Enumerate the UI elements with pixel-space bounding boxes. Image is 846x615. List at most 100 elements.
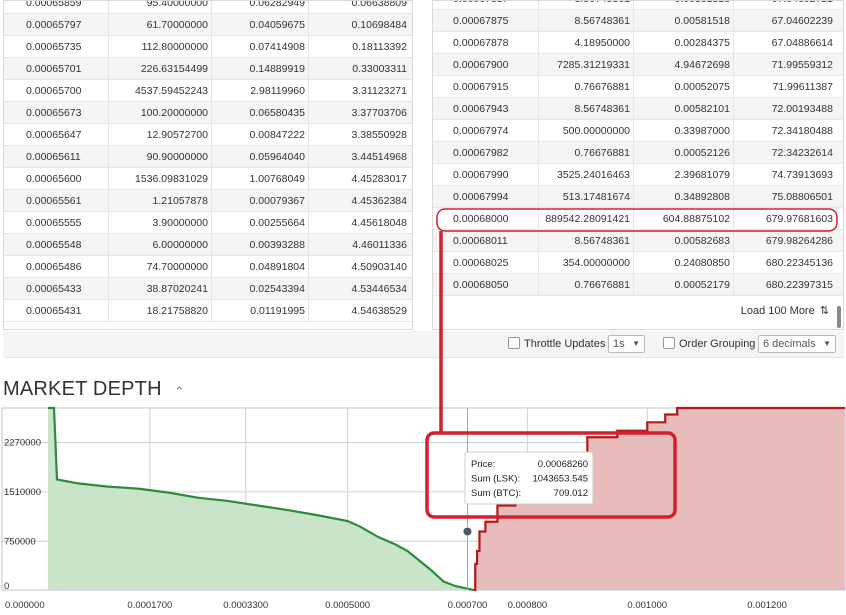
ask-row[interactable]: 0.000678578.567483610.0058151867.0460272… [433,1,843,10]
total-btc-cell: 0.00581518 [634,1,734,10]
total-btc-cell: 0.24080850 [634,252,734,274]
sum-btc-cell: 71.99611387 [772,81,833,93]
ask-row[interactable]: 0.00067900 7285.31219331 4.94672698 71.9955… [433,54,843,76]
price-cell: 0.00065700 [4,80,109,102]
bid-row[interactable]: 0.00065700 4537.59452243 2.98119960 3.31123… [4,80,412,102]
throttle-select[interactable]: 1s ▼ [608,335,645,353]
hover-tooltip: Price: 0.00068260 Sum (LSK): 1043653.545 Sum… [464,451,594,505]
total-btc-cell: 2.98119960 [212,80,309,102]
sum-btc-cell: 4.45362384 [351,195,407,207]
price-cell: 0.00065797 [4,14,109,36]
throttle-checkbox[interactable] [508,337,520,349]
throttle-updates-toggle[interactable]: Throttle Updates [508,337,605,351]
triangle-down-icon: ▼ [823,339,831,348]
ask-row[interactable]: 0.00067994 513.17481674 0.34892808 75.08806… [433,186,843,208]
ask-row[interactable]: 0.00067982 0.76676881 0.00052126 72.3423261… [433,142,843,164]
bid-row[interactable]: 0.00065561 1.21057878 0.00079367 4.45362384 [4,190,412,212]
sum-btc-cell: 3.38550928 [351,129,407,141]
bid-row[interactable]: 0.00065611 90.90000000 0.05964040 3.4451496… [4,146,412,168]
amount-cell: 0.76676881 [539,274,634,296]
sum-btc-cell: 4.46011336 [352,239,407,251]
ask-row[interactable]: 0.00068025 354.00000000 0.24080850 680.2234… [433,252,843,274]
amount-cell: 0.76676881 [539,76,634,98]
total-btc-cell: 0.02543394 [212,278,309,300]
load-more-label: Load 100 More [740,305,815,317]
sum-btc-cell: 0.18113392 [352,41,407,53]
price-cell: 0.00065555 [4,212,109,234]
bid-row[interactable]: 0.00065600 1536.09831029 1.00768049 4.45283… [4,168,412,190]
sum-btc-cell: 3.31123271 [352,85,407,97]
amount-cell: 8.56748361 [539,1,634,10]
order-grouping-toggle[interactable]: Order Grouping [663,337,755,351]
bid-row[interactable]: 0.00065735 112.80000000 0.07414908 0.181133… [4,36,412,58]
ask-row[interactable]: 0.00067943 8.56748361 0.00582101 72.0019348… [433,98,843,120]
ask-row[interactable]: 0.00068011 8.56748361 0.00582683 679.982642… [433,230,843,252]
total-btc-cell: 2.39681079 [634,164,734,186]
asks-table[interactable]: Load 100 More ⇅ 0.000678578.567483610.00… [432,0,844,330]
total-btc-cell: 0.00581518 [634,10,734,32]
price-cell: 0.00067982 [433,142,539,164]
total-btc-cell: 0.06580435 [212,102,309,124]
tooltip-value: 709.012 [554,488,588,499]
bid-row[interactable]: 0.00065548 6.00000000 0.00393288 4.46011336 [4,234,412,256]
amount-cell: 74.70000000 [109,256,212,278]
bid-row[interactable]: 0.00065859 95.40000000 0.06282949 0.0663880… [4,1,412,14]
ask-row[interactable]: 0.00068050 0.76676881 0.00052179 680.223973… [433,274,843,296]
amount-cell: 3.90000000 [109,212,212,234]
amount-cell: 61.70000000 [109,14,212,36]
price-cell: 0.00068025 [433,252,539,274]
bid-row[interactable]: 0.00065701 226.63154499 0.14889919 0.330033… [4,58,412,80]
price-cell: 0.00065859 [4,1,109,14]
ask-row[interactable]: 0.00067915 0.76676881 0.00052075 71.9961138… [433,76,843,98]
bid-row[interactable]: 0.00065797 61.70000000 0.04059675 0.1069848… [4,14,412,36]
price-cell: 0.00065647 [4,124,109,146]
total-btc-cell: 4.94672698 [634,54,734,76]
ask-row[interactable]: 0.00067974 500.00000000 0.33987000 72.34180… [433,120,843,142]
ask-row[interactable]: 0.00067990 3525.24016463 2.39681079 74.7391… [433,164,843,186]
bids-table[interactable]: 0.00065859 95.40000000 0.06282949 0.0663880… [3,0,413,330]
sum-btc-cell: 4.45283017 [351,173,407,185]
sum-btc-cell: 0.10698484 [351,19,407,31]
grouping-checkbox[interactable] [663,337,675,349]
bid-row[interactable]: 0.00065433 38.87020241 0.02543394 4.5344653… [4,278,412,300]
grouping-value: 6 decimals [763,338,816,350]
sum-btc-cell: 75.08806501 [771,191,833,203]
total-btc-cell: 0.00284375 [634,32,734,54]
amount-cell: 8.56748361 [539,98,634,120]
table-scrollbar[interactable] [837,306,841,328]
market-depth-chart[interactable]: 0.000000 0.0001700 0.0003300 0.0005000 0.000… [0,405,846,615]
price-cell: 0.00067878 [433,32,539,54]
chevron-up-icon[interactable]: ⌃ [174,384,185,400]
price-cell: 0.00065611 [4,146,109,168]
sum-btc-cell: 4.45618048 [351,217,407,229]
grouping-select[interactable]: 6 decimals ▼ [758,335,836,353]
price-cell: 0.00067915 [433,76,539,98]
amount-cell: 1536.09831029 [109,168,212,190]
bid-row[interactable]: 0.00065673 100.20000000 0.06580435 3.377037… [4,102,412,124]
ask-row[interactable]: 0.00067878 4.18950000 0.00284375 67.0488661… [433,32,843,54]
total-btc-cell: 0.33987000 [634,120,734,142]
price-cell: 0.00067990 [433,164,539,186]
ask-row-highlighted[interactable]: 0.00068000 889542.28091421 604.88875102 679… [433,208,843,230]
sum-btc-cell: 4.54638529 [351,305,407,317]
amount-cell: 500.00000000 [539,120,634,142]
grouping-label: Order Grouping [679,338,756,350]
total-btc-cell: 0.00582683 [634,230,734,252]
price-cell: 0.00065431 [4,300,109,322]
price-cell: 0.00068050 [433,274,539,296]
bid-row[interactable]: 0.00065555 3.90000000 0.00255664 4.45618048 [4,212,412,234]
ask-row[interactable]: 0.00067875 8.56748361 0.00581518 67.0460223… [433,10,843,32]
x-tick-label: 0.001200 [747,600,787,611]
price-cell: 0.00065433 [4,278,109,300]
amount-cell: 6.00000000 [109,234,212,256]
throttle-value: 1s [613,338,625,350]
sum-btc-cell: 680.22345136 [765,257,833,269]
load-more-button[interactable]: Load 100 More ⇅ [741,304,829,317]
sum-btc-cell: 67.04602721 [734,1,833,10]
bid-row[interactable]: 0.00065431 18.21758820 0.01191995 4.5463852… [4,300,412,322]
bid-row[interactable]: 0.00065486 74.70000000 0.04891804 4.5090314… [4,256,412,278]
tooltip-value: 0.00068260 [538,459,588,470]
sort-list-icon: ⇅ [819,305,829,317]
bid-row[interactable]: 0.00065647 12.90572700 0.00847222 3.3855092… [4,124,412,146]
table-controls: Throttle Updates 1s ▼ Order Grouping 6 d… [3,331,844,358]
